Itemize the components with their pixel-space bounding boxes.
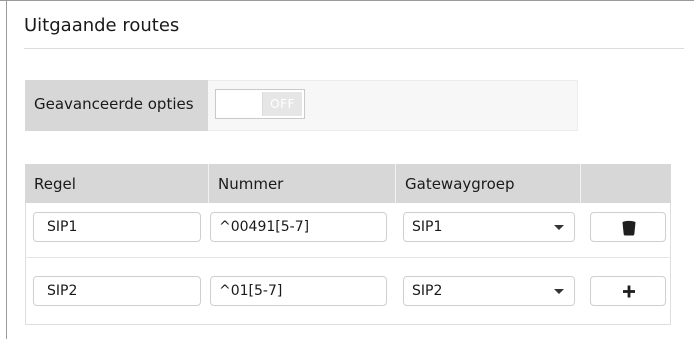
header-gateway-group: Gatewaygroep bbox=[405, 175, 515, 193]
advanced-options-label: Geavanceerde opties bbox=[34, 95, 194, 113]
header-divider bbox=[580, 164, 581, 203]
panel-top-border bbox=[0, 0, 694, 6]
section-title: Uitgaande routes bbox=[24, 15, 180, 36]
add-row-button[interactable] bbox=[590, 276, 666, 306]
header-rule: Regel bbox=[34, 175, 76, 193]
gateway-select-row-1[interactable]: SIP1 bbox=[403, 212, 575, 242]
number-input-row-2[interactable]: ^01[5-7] bbox=[210, 276, 387, 306]
header-number: Nummer bbox=[218, 175, 284, 193]
row-divider bbox=[25, 257, 671, 258]
rule-input-row-2[interactable]: SIP2 bbox=[33, 276, 201, 306]
gateway-select-value: SIP2 bbox=[412, 283, 443, 299]
toggle-off-label: OFF bbox=[263, 92, 302, 116]
chevron-down-icon bbox=[554, 289, 564, 294]
panel-left-border bbox=[6, 0, 7, 339]
delete-row-button[interactable] bbox=[590, 212, 666, 242]
rule-input-row-1[interactable]: SIP1 bbox=[33, 212, 201, 242]
header-divider bbox=[395, 164, 396, 203]
gateway-select-row-2[interactable]: SIP2 bbox=[403, 276, 575, 306]
table-header-row bbox=[25, 164, 671, 203]
toggle-knob bbox=[218, 92, 263, 116]
chevron-down-icon bbox=[554, 225, 564, 230]
gateway-select-value: SIP1 bbox=[412, 219, 443, 235]
title-divider bbox=[24, 48, 684, 49]
trash-icon bbox=[622, 220, 636, 236]
header-divider bbox=[208, 164, 209, 203]
number-input-row-1[interactable]: ^00491[5-7] bbox=[210, 212, 387, 242]
advanced-options-toggle[interactable]: OFF bbox=[215, 89, 305, 119]
plus-icon bbox=[623, 285, 635, 298]
